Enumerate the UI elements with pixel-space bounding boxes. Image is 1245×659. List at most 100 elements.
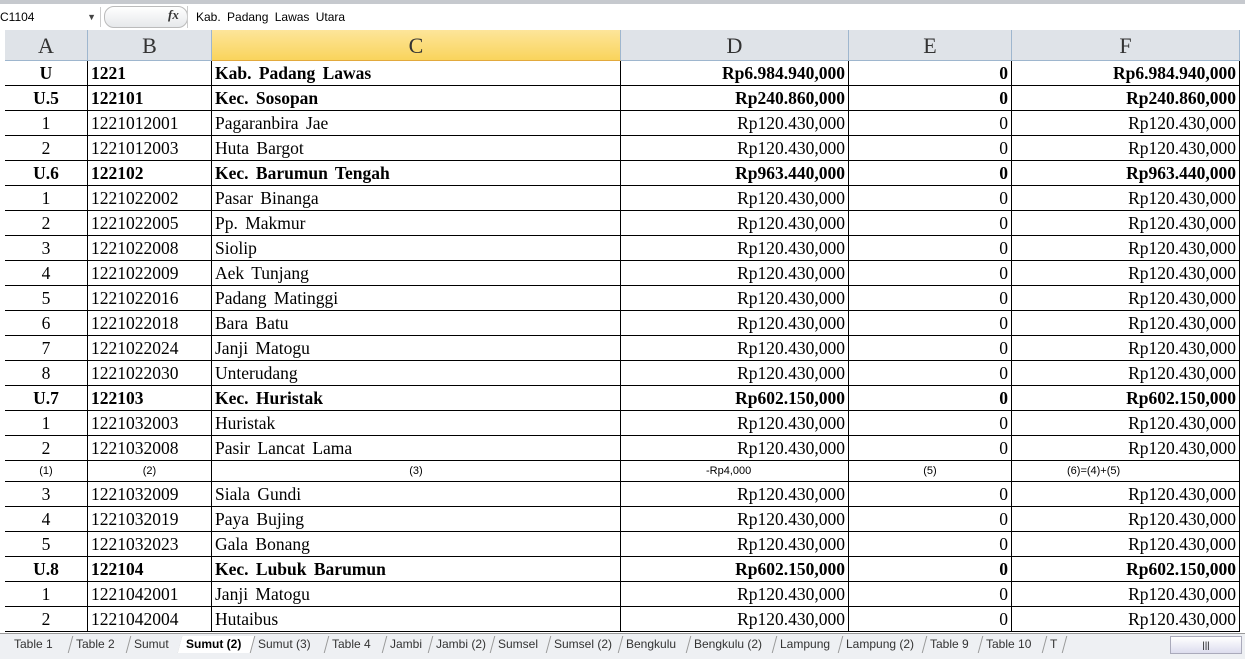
- cell-f[interactable]: Rp120.430,000: [1012, 436, 1240, 461]
- cell-b[interactable]: 1221042004: [88, 607, 212, 632]
- cell-e[interactable]: 0: [849, 86, 1012, 111]
- cell-b[interactable]: 1221022018: [88, 311, 212, 336]
- cell-a[interactable]: 1: [5, 411, 88, 436]
- cell-f[interactable]: Rp120.430,000: [1012, 311, 1240, 336]
- sheet-tab[interactable]: Sumut (3): [249, 636, 330, 653]
- cell-d[interactable]: Rp120.430,000: [621, 136, 849, 161]
- cell-c[interactable]: Gala Bonang: [212, 532, 621, 557]
- sheet-tab[interactable]: Sumut (2): [177, 636, 256, 653]
- cell-e[interactable]: 0: [849, 311, 1012, 336]
- cell-c[interactable]: Huta Bargot: [212, 136, 621, 161]
- cell-a[interactable]: 1: [5, 582, 88, 607]
- cell-b[interactable]: 1221032019: [88, 507, 212, 532]
- column-header-c[interactable]: C: [212, 30, 621, 61]
- cell-e[interactable]: 0: [849, 411, 1012, 436]
- cell-f[interactable]: Rp602.150,000: [1012, 386, 1240, 411]
- cell-b[interactable]: 1221032003: [88, 411, 212, 436]
- cell-b[interactable]: 1221022030: [88, 361, 212, 386]
- sheet-tab[interactable]: Jambi (2): [427, 636, 496, 653]
- sheet-tab[interactable]: Table 1: [5, 636, 74, 653]
- cell-b[interactable]: 1221012003: [88, 136, 212, 161]
- cell-c[interactable]: Padang Matinggi: [212, 286, 621, 311]
- cell-a[interactable]: 2: [5, 136, 88, 161]
- cell-d[interactable]: Rp120.430,000: [621, 236, 849, 261]
- cell-f[interactable]: Rp120.430,000: [1012, 186, 1240, 211]
- cell-a[interactable]: U.7: [5, 386, 88, 411]
- cell-b[interactable]: 1221032023: [88, 532, 212, 557]
- cell-e[interactable]: 0: [849, 186, 1012, 211]
- cell-f[interactable]: Rp120.430,000: [1012, 482, 1240, 507]
- cell-f[interactable]: Rp6.984.940,000: [1012, 61, 1240, 86]
- cell-e[interactable]: 0: [849, 607, 1012, 632]
- cell-d[interactable]: Rp120.430,000: [621, 186, 849, 211]
- cell-a[interactable]: 5: [5, 286, 88, 311]
- cell-b[interactable]: 1221: [88, 61, 212, 86]
- cell-a[interactable]: 2: [5, 436, 88, 461]
- cell-e[interactable]: 0: [849, 436, 1012, 461]
- formula-input[interactable]: Kab. Padang Lawas Utara: [187, 6, 1245, 28]
- cell-f[interactable]: Rp602.150,000: [1012, 557, 1240, 582]
- cell-c[interactable]: Pagaranbira Jae: [212, 111, 621, 136]
- cell-c[interactable]: Bara Batu: [212, 311, 621, 336]
- cell-c[interactable]: Huristak: [212, 411, 621, 436]
- cell-d[interactable]: -Rp4,000: [621, 461, 849, 482]
- cell-d[interactable]: Rp602.150,000: [621, 557, 849, 582]
- cell-a[interactable]: 1: [5, 186, 88, 211]
- cell-d[interactable]: Rp120.430,000: [621, 436, 849, 461]
- cell-f[interactable]: Rp120.430,000: [1012, 361, 1240, 386]
- cell-c[interactable]: Kec. Lubuk Barumun: [212, 557, 621, 582]
- cell-d[interactable]: Rp120.430,000: [621, 311, 849, 336]
- cell-f[interactable]: Rp120.430,000: [1012, 211, 1240, 236]
- cell-b[interactable]: 1221012001: [88, 111, 212, 136]
- cell-d[interactable]: Rp120.430,000: [621, 607, 849, 632]
- cell-e[interactable]: 0: [849, 261, 1012, 286]
- column-header-a[interactable]: A: [5, 30, 88, 61]
- cell-e[interactable]: 0: [849, 61, 1012, 86]
- cell-c[interactable]: Siolip: [212, 236, 621, 261]
- cell-a[interactable]: 8: [5, 361, 88, 386]
- cell-b[interactable]: 1221022008: [88, 236, 212, 261]
- sheet-tab[interactable]: Bengkulu: [617, 636, 692, 653]
- cell-a[interactable]: U: [5, 61, 88, 86]
- cell-b[interactable]: 1221022009: [88, 261, 212, 286]
- sheet-tab[interactable]: Table 10: [977, 636, 1048, 653]
- column-header-e[interactable]: E: [849, 30, 1012, 61]
- cell-d[interactable]: Rp6.984.940,000: [621, 61, 849, 86]
- column-header-d[interactable]: D: [621, 30, 849, 61]
- cell-c[interactable]: (3): [212, 461, 621, 482]
- cell-c[interactable]: Hutaibus: [212, 607, 621, 632]
- sheet-tab[interactable]: T: [1041, 636, 1068, 653]
- sheet-tab[interactable]: Table 2: [67, 636, 132, 653]
- cell-c[interactable]: Aek Tunjang: [212, 261, 621, 286]
- cell-b[interactable]: 1221022005: [88, 211, 212, 236]
- cell-f[interactable]: Rp120.430,000: [1012, 136, 1240, 161]
- cell-d[interactable]: Rp240.860,000: [621, 86, 849, 111]
- name-box[interactable]: C1104 ▼: [0, 7, 101, 27]
- cell-c[interactable]: Janji Matogu: [212, 582, 621, 607]
- cell-f[interactable]: Rp120.430,000: [1012, 507, 1240, 532]
- cell-e[interactable]: 0: [849, 582, 1012, 607]
- cell-d[interactable]: Rp120.430,000: [621, 211, 849, 236]
- cell-d[interactable]: Rp120.430,000: [621, 582, 849, 607]
- cell-a[interactable]: 7: [5, 336, 88, 361]
- cell-c[interactable]: Kec. Sosopan: [212, 86, 621, 111]
- cell-f[interactable]: Rp120.430,000: [1012, 582, 1240, 607]
- cell-f[interactable]: Rp120.430,000: [1012, 607, 1240, 632]
- cell-c[interactable]: Kec. Huristak: [212, 386, 621, 411]
- cell-a[interactable]: 2: [5, 211, 88, 236]
- cell-b[interactable]: 1221022024: [88, 336, 212, 361]
- cell-b[interactable]: 122103: [88, 386, 212, 411]
- cell-a[interactable]: 4: [5, 507, 88, 532]
- cell-e[interactable]: 0: [849, 557, 1012, 582]
- cell-e[interactable]: 0: [849, 361, 1012, 386]
- cell-a[interactable]: 6: [5, 311, 88, 336]
- cell-f[interactable]: Rp120.430,000: [1012, 286, 1240, 311]
- cell-a[interactable]: 3: [5, 236, 88, 261]
- cell-e[interactable]: 0: [849, 161, 1012, 186]
- cell-a[interactable]: 1: [5, 111, 88, 136]
- sheet-tab[interactable]: Table 9: [921, 636, 984, 653]
- cell-c[interactable]: Kec. Barumun Tengah: [212, 161, 621, 186]
- cell-d[interactable]: Rp120.430,000: [621, 507, 849, 532]
- cell-d[interactable]: Rp120.430,000: [621, 361, 849, 386]
- cell-c[interactable]: Kab. Padang Lawas: [212, 61, 621, 86]
